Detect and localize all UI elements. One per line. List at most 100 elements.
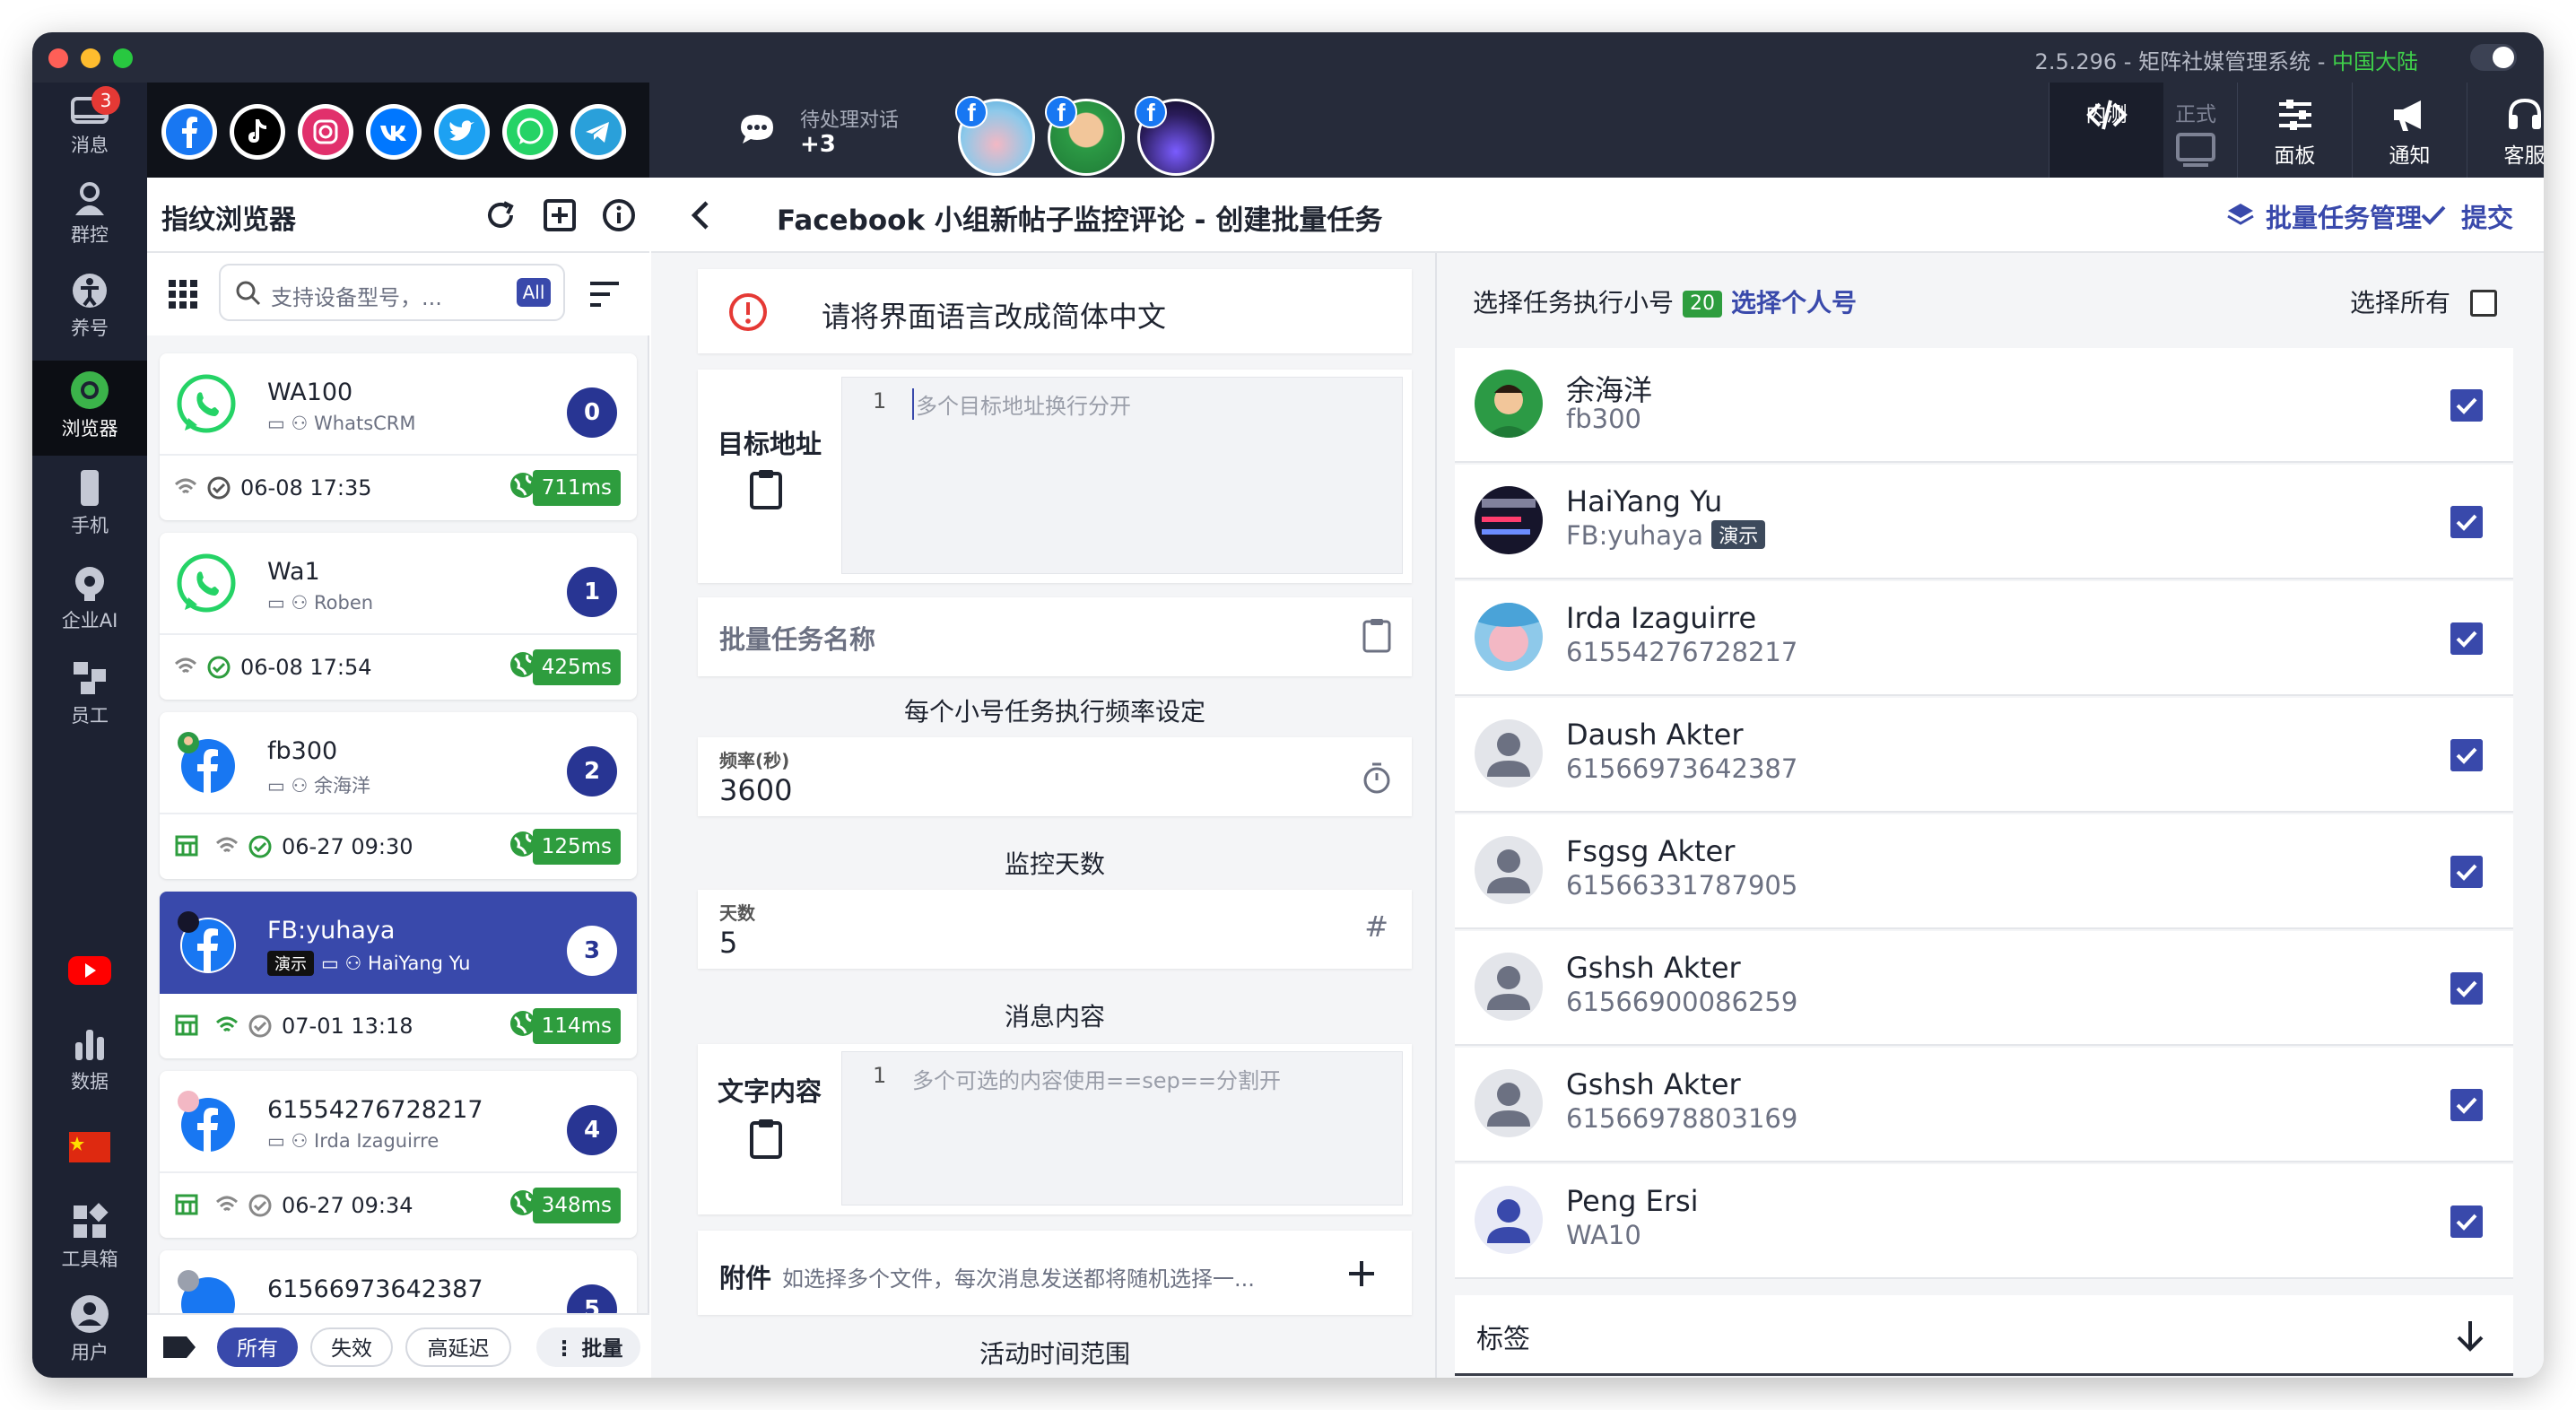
pending-chat-avatar[interactable]: f bbox=[955, 96, 1035, 176]
release-channel-button[interactable]: 正式 bbox=[2138, 83, 2253, 178]
device-search-input[interactable]: 支持设备型号，... All bbox=[219, 264, 565, 321]
clipboard-icon[interactable] bbox=[748, 1118, 784, 1159]
target-address-textarea[interactable]: 1 多个目标地址换行分开 bbox=[841, 377, 1403, 574]
task-name-input[interactable]: 批量任务名称 bbox=[698, 597, 1412, 676]
account-name: Gshsh Akter bbox=[1566, 1067, 1741, 1101]
device-card[interactable]: 61554276728217 ▭ ⚇ Irda Izaguirre 4 06-2… bbox=[160, 1071, 637, 1238]
batch-menu-button[interactable]: ⋮ 批量 bbox=[536, 1327, 640, 1367]
platform-tiktok[interactable] bbox=[230, 104, 285, 160]
tag-icon[interactable] bbox=[161, 1333, 197, 1362]
checkbox-checked-icon[interactable] bbox=[2450, 1205, 2483, 1238]
device-card[interactable]: 61566973642387 5 bbox=[160, 1250, 637, 1313]
sidebar-item-staff[interactable]: 员工 bbox=[32, 649, 147, 735]
filter-chip-all[interactable]: 所有 bbox=[217, 1327, 298, 1367]
device-card[interactable]: Wa1 ▭ ⚇ Roben 1 06-08 17:54 425ms bbox=[160, 533, 637, 700]
checkbox-checked-icon[interactable] bbox=[2450, 506, 2483, 538]
panel-footer: 所有 失效 高延迟 ⋮ 批量 bbox=[147, 1313, 649, 1378]
account-id: WA10 bbox=[1566, 1220, 1641, 1250]
sidebar-region-flag[interactable] bbox=[32, 1123, 147, 1186]
sidebar-item-label: 工具箱 bbox=[61, 1249, 118, 1270]
checkbox-checked-icon[interactable] bbox=[2450, 389, 2483, 422]
plus-icon[interactable] bbox=[1347, 1259, 1376, 1288]
info-icon[interactable] bbox=[601, 197, 637, 233]
sidebar-item-user[interactable]: 用户 bbox=[32, 1284, 147, 1371]
attachment-hint: 如选择多个文件，每次消息发送都将随机选择一... bbox=[782, 1266, 1255, 1292]
default-avatar-icon bbox=[1475, 1186, 1543, 1254]
grid-view-icon[interactable] bbox=[167, 278, 199, 310]
clipboard-icon[interactable] bbox=[748, 468, 784, 509]
sidebar-item-group-control[interactable]: 群控 bbox=[32, 172, 147, 258]
account-id: 61566900086259 bbox=[1566, 987, 1798, 1017]
platform-telegram[interactable] bbox=[570, 104, 626, 160]
account-row[interactable]: Daush Akter 61566973642387 bbox=[1455, 698, 2513, 813]
batch-task-manage-link[interactable]: 批量任务管理 bbox=[2266, 197, 2422, 235]
platform-facebook[interactable] bbox=[161, 104, 217, 160]
last-active-time: 06-08 17:54 bbox=[240, 655, 372, 680]
submit-button[interactable]: 提交 bbox=[2461, 197, 2513, 235]
arrow-down-icon bbox=[2457, 1321, 2484, 1352]
select-all-checkbox[interactable]: 选择所有 bbox=[2350, 283, 2497, 319]
device-card-selected[interactable]: FB:yuhaya 演示 ▭ ⚇ HaiYang Yu 3 07-01 13:18… bbox=[160, 892, 637, 1058]
sidebar-item-browser[interactable]: 浏览器 bbox=[32, 361, 147, 456]
platform-instagram[interactable] bbox=[298, 104, 353, 160]
days-input[interactable]: 天数 5 # bbox=[698, 890, 1412, 969]
platform-vk[interactable] bbox=[366, 104, 422, 160]
days-value: 5 bbox=[719, 926, 738, 960]
pending-chat-avatar[interactable]: f bbox=[1045, 96, 1125, 176]
panel-button[interactable]: 面板 bbox=[2237, 83, 2352, 178]
support-button[interactable]: 客服 bbox=[2467, 83, 2544, 178]
device-card[interactable]: WA100 ▭ ⚇ WhatsCRM 0 06-08 17:35 711ms bbox=[160, 353, 637, 520]
sidebar-item-toolbox[interactable]: 工具箱 bbox=[32, 1193, 147, 1279]
account-row[interactable]: Gshsh Akter 61566978803169 bbox=[1455, 1048, 2513, 1162]
checkbox-checked-icon[interactable] bbox=[2450, 856, 2483, 888]
sidebar-item-phone[interactable]: 手机 bbox=[32, 459, 147, 545]
sort-icon[interactable] bbox=[587, 278, 622, 310]
sidebar-item-messages[interactable]: 3 消息 bbox=[32, 83, 147, 169]
platform-whatsapp[interactable] bbox=[502, 104, 558, 160]
days-label: 天数 bbox=[719, 902, 755, 924]
sidebar-item-enterprise-ai[interactable]: 企业AI bbox=[32, 554, 147, 640]
account-name: Irda Izaguirre bbox=[1566, 601, 1757, 635]
text-content-textarea[interactable]: 1 多个可选的内容使用==sep==分割开 bbox=[841, 1051, 1403, 1205]
account-row[interactable]: HaiYang Yu FB:yuhaya 演示 bbox=[1455, 465, 2513, 579]
add-icon[interactable] bbox=[542, 197, 578, 233]
sidebar-item-label: 养号 bbox=[71, 318, 109, 339]
sidebar-youtube[interactable] bbox=[32, 944, 147, 1015]
line-number: 1 bbox=[873, 388, 887, 413]
clipboard-icon[interactable] bbox=[1362, 617, 1392, 653]
account-name: Gshsh Akter bbox=[1566, 951, 1741, 985]
back-arrow-icon[interactable] bbox=[683, 197, 719, 233]
device-card[interactable]: fb300 ▭ ⚇ 余海洋 2 06-27 09:30 125ms bbox=[160, 712, 637, 879]
refresh-icon[interactable] bbox=[483, 197, 518, 233]
checkbox-checked-icon[interactable] bbox=[2450, 972, 2483, 1005]
tags-dropdown[interactable]: 标签 bbox=[1455, 1295, 2513, 1376]
theme-toggle[interactable] bbox=[2470, 44, 2517, 71]
pending-chat-avatar[interactable]: f bbox=[1135, 96, 1214, 176]
filter-chip-high-latency[interactable]: 高延迟 bbox=[405, 1327, 511, 1367]
platform-twitter[interactable] bbox=[434, 104, 490, 160]
filter-chip-invalid[interactable]: 失效 bbox=[310, 1327, 393, 1367]
close-window-button[interactable] bbox=[48, 48, 68, 68]
frequency-input[interactable]: 频率(秒) 3600 bbox=[698, 737, 1412, 816]
sidebar-item-label: 群控 bbox=[71, 224, 109, 246]
account-row[interactable]: Gshsh Akter 61566900086259 bbox=[1455, 931, 2513, 1046]
account-row[interactable]: Peng Ersi WA10 bbox=[1455, 1164, 2513, 1279]
default-avatar-icon bbox=[1475, 953, 1543, 1021]
select-personal-link[interactable]: 选择个人号 bbox=[1731, 288, 1857, 318]
minimize-window-button[interactable] bbox=[81, 48, 100, 68]
sidebar-item-data[interactable]: 数据 bbox=[32, 1015, 147, 1101]
zoom-window-button[interactable] bbox=[113, 48, 133, 68]
account-row[interactable]: 余海洋 fb300 bbox=[1455, 348, 2513, 463]
attachment-field[interactable]: 附件 如选择多个文件，每次消息发送都将随机选择一... bbox=[698, 1231, 1412, 1315]
checkbox-checked-icon[interactable] bbox=[2450, 622, 2483, 655]
panel-title: 指纹浏览器 bbox=[161, 205, 296, 236]
account-row[interactable]: Irda Izaguirre 61554276728217 bbox=[1455, 581, 2513, 696]
account-row[interactable]: Fsgsg Akter 61566331787905 bbox=[1455, 814, 2513, 929]
notify-button[interactable]: 通知 bbox=[2352, 83, 2467, 178]
browser-device-panel: 指纹浏览器 支持设备型号，... All WA100 ▭ ⚇ WhatsCRM … bbox=[147, 178, 649, 1378]
sidebar-item-nurture[interactable]: 养号 bbox=[32, 262, 147, 348]
checkbox-checked-icon[interactable] bbox=[2450, 1089, 2483, 1121]
search-scope-badge[interactable]: All bbox=[517, 278, 551, 307]
checkbox-checked-icon[interactable] bbox=[2450, 739, 2483, 771]
device-name: WA100 bbox=[267, 379, 353, 406]
